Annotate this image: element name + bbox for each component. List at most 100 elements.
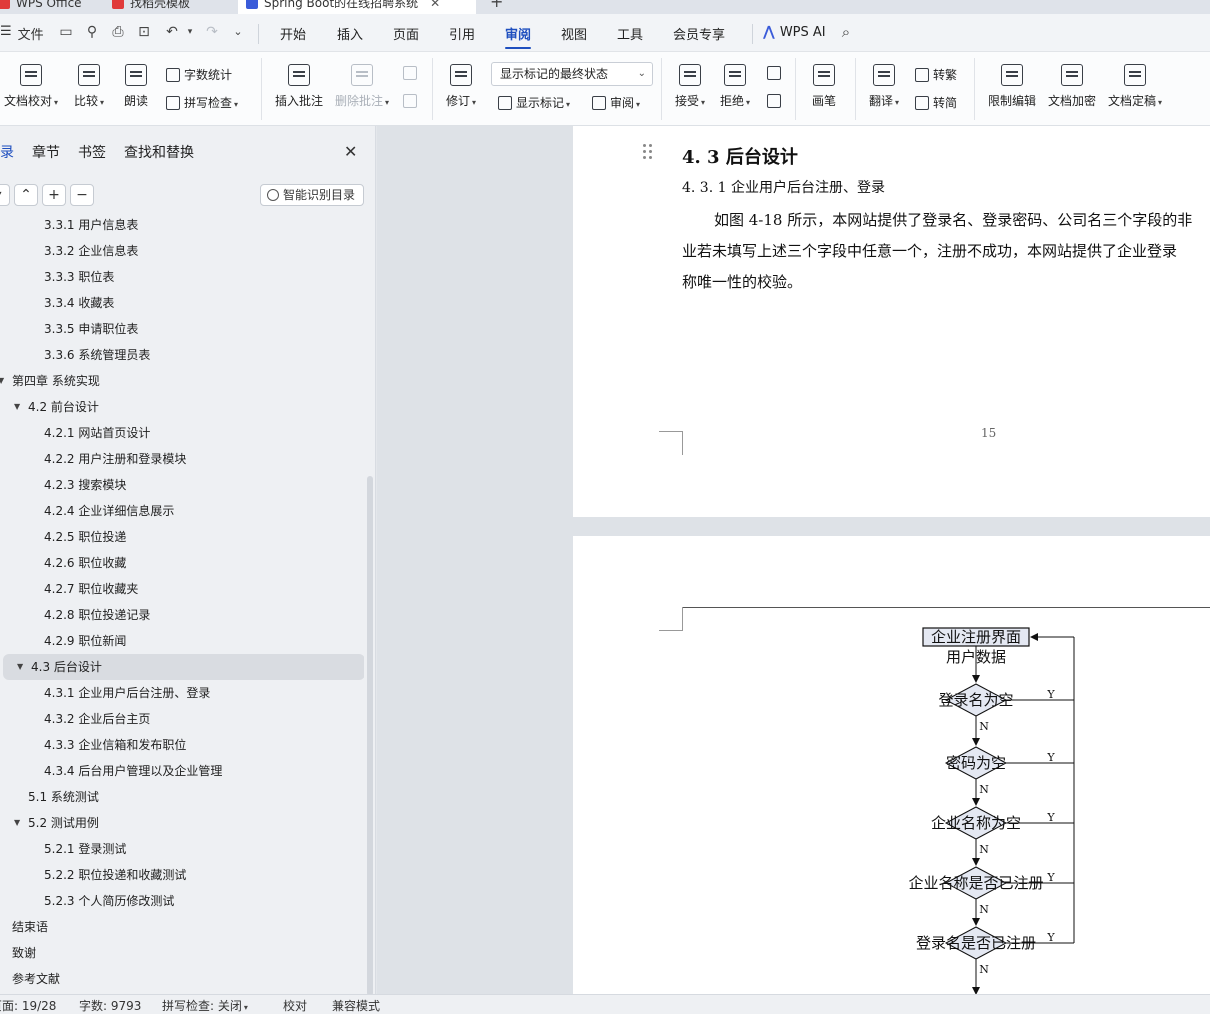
toc-item[interactable]: 5.2.3 个人简历修改测试 bbox=[0, 888, 362, 914]
search-icon[interactable]: ⌕ bbox=[838, 24, 854, 40]
flow-decision-label: 密码为空 bbox=[946, 754, 1006, 772]
flow-no-label: N bbox=[979, 843, 989, 856]
toc-item[interactable]: 3.3.2 企业信息表 bbox=[0, 238, 362, 264]
toc-item[interactable]: 3.3.6 系统管理员表 bbox=[0, 342, 362, 368]
toc-item[interactable]: ▼ 4.2 前台设计 bbox=[0, 394, 362, 420]
flow-no-label: N bbox=[979, 903, 989, 916]
tab-bookmark[interactable]: 书签 bbox=[78, 142, 106, 162]
promote-icon[interactable]: ⌃ bbox=[14, 184, 38, 206]
toc-item[interactable]: ▼ 4.3 后台设计 bbox=[3, 654, 364, 680]
tab-review[interactable]: 审阅 bbox=[505, 24, 532, 49]
toc-item[interactable]: ▼ 5.2 测试用例 bbox=[0, 810, 362, 836]
toc-item[interactable]: 4.2.6 职位收藏 bbox=[0, 550, 362, 576]
prev-change-button[interactable] bbox=[767, 66, 781, 80]
tab-template[interactable]: 找稻壳模板 bbox=[112, 0, 190, 14]
tab-home[interactable]: 开始 bbox=[280, 24, 306, 43]
toc-item[interactable]: 3.3.5 申请职位表 bbox=[0, 316, 362, 342]
toc-level-dropdown[interactable]: ▾ bbox=[0, 184, 10, 206]
proofread-status[interactable]: 校对 bbox=[283, 997, 307, 1014]
to-traditional-button[interactable]: 转繁 bbox=[915, 66, 957, 83]
toc-item[interactable]: 4.3.1 企业用户后台注册、登录 bbox=[0, 680, 362, 706]
markup-state-select[interactable]: 显示标记的最终状态 ⌄ bbox=[491, 62, 653, 86]
print-preview-icon[interactable]: ⊡ bbox=[136, 24, 152, 40]
toc-item[interactable]: 4.2.3 搜索模块 bbox=[0, 472, 362, 498]
add-icon[interactable]: + bbox=[42, 184, 66, 206]
toc-item[interactable]: 4.2.1 网站首页设计 bbox=[0, 420, 362, 446]
translate-button[interactable]: 翻译 ▾ bbox=[869, 64, 899, 109]
wps-ai-button[interactable]: ⋀ WPS AI bbox=[763, 24, 826, 40]
toc-item[interactable]: 4.3.4 后台用户管理以及企业管理 bbox=[0, 758, 362, 784]
undo-icon[interactable]: ↶ bbox=[164, 24, 180, 40]
accept-button[interactable]: 接受 ▾ bbox=[675, 64, 705, 109]
tab-page[interactable]: 页面 bbox=[393, 24, 419, 43]
tab-references[interactable]: 引用 bbox=[449, 24, 475, 43]
read-aloud-button[interactable]: 朗读 bbox=[124, 64, 148, 109]
toc-item[interactable]: 4.2.8 职位投递记录 bbox=[0, 602, 362, 628]
next-comment-button bbox=[403, 94, 417, 108]
drag-handle-icon[interactable] bbox=[643, 144, 653, 160]
tab-insert[interactable]: 插入 bbox=[337, 24, 363, 43]
smart-toc-button[interactable]: 智能识别目录 bbox=[260, 184, 364, 206]
tab-find-replace[interactable]: 查找和替换 bbox=[124, 142, 194, 162]
encrypt-button[interactable]: 文档加密 bbox=[1048, 64, 1096, 109]
remove-icon[interactable]: − bbox=[70, 184, 94, 206]
spell-check-label: 拼写检查 ▾ bbox=[184, 96, 239, 110]
toc-scrollbar[interactable] bbox=[367, 476, 373, 996]
close-icon[interactable]: ✕ bbox=[344, 142, 357, 161]
insert-comment-button[interactable]: 插入批注 bbox=[275, 64, 323, 109]
print-icon[interactable]: ⎙ bbox=[110, 24, 126, 40]
show-markup-button[interactable]: 显示标记 ▾ bbox=[498, 94, 570, 111]
spell-check-button[interactable]: 拼写检查 ▾ bbox=[166, 94, 238, 111]
toc-item[interactable]: 3.3.1 用户信息表 bbox=[0, 216, 362, 238]
expand-arrow-icon[interactable]: ▼ bbox=[0, 368, 4, 394]
toc-item[interactable]: 4.2.7 职位收藏夹 bbox=[0, 576, 362, 602]
reject-button[interactable]: 拒绝 ▾ bbox=[720, 64, 750, 109]
toc-item[interactable]: ▼ 第四章 系统实现 bbox=[0, 368, 362, 394]
close-icon[interactable]: ✕ bbox=[430, 0, 440, 13]
revise-button[interactable]: 修订 ▾ bbox=[446, 64, 476, 109]
tab-chapter[interactable]: 章节 bbox=[32, 142, 60, 162]
toc-item[interactable]: 3.3.4 收藏表 bbox=[0, 290, 362, 316]
doc-check-button[interactable]: 文档校对 ▾ bbox=[4, 64, 58, 109]
to-simplified-button[interactable]: 转简 bbox=[915, 94, 957, 111]
expand-arrow-icon[interactable]: ▼ bbox=[14, 810, 20, 836]
word-count-button[interactable]: 字数统计 bbox=[166, 66, 232, 83]
save-icon[interactable]: ▭ bbox=[58, 24, 74, 40]
share-icon[interactable]: ⚲ bbox=[84, 24, 100, 40]
restrict-edit-button[interactable]: 限制编辑 bbox=[988, 64, 1036, 109]
pen-button[interactable]: 画笔 bbox=[812, 64, 836, 109]
word-count-status[interactable]: 字数: 9793 bbox=[79, 997, 141, 1014]
tab-tools[interactable]: 工具 bbox=[617, 24, 643, 43]
file-menu[interactable]: ☰ 文件 bbox=[0, 24, 44, 43]
next-change-button[interactable] bbox=[767, 94, 781, 108]
toc-item[interactable]: 结束语 bbox=[0, 914, 362, 940]
toc-item[interactable]: 5.2.2 职位投递和收藏测试 bbox=[0, 862, 362, 888]
new-tab-icon[interactable]: + bbox=[490, 0, 503, 11]
undo-dropdown-icon[interactable]: ▾ bbox=[182, 24, 198, 40]
expand-arrow-icon[interactable]: ▼ bbox=[17, 654, 23, 680]
tab-view[interactable]: 视图 bbox=[561, 24, 587, 43]
page-indicator[interactable]: 页面: 19/28 bbox=[0, 997, 56, 1014]
toc-list: 3.3.1 用户信息表 3.3.2 企业信息表 3.3.3 职位表 3.3.4 收藏表… bbox=[0, 216, 364, 986]
toc-item[interactable]: 5.1 系统测试 bbox=[0, 784, 362, 810]
tab-member[interactable]: 会员专享 bbox=[673, 24, 725, 43]
compare-button[interactable]: 比较 ▾ bbox=[74, 64, 104, 109]
tab-toc[interactable]: 目录 bbox=[0, 142, 14, 162]
expand-arrow-icon[interactable]: ▼ bbox=[14, 394, 20, 420]
spell-check-status[interactable]: 拼写检查: 关闭 ▾ bbox=[162, 997, 248, 1014]
toc-item[interactable]: 4.2.9 职位新闻 bbox=[0, 628, 362, 654]
finalize-button[interactable]: 文档定稿 ▾ bbox=[1108, 64, 1162, 109]
toc-item[interactable]: 参考文献 bbox=[0, 966, 362, 986]
toc-item[interactable]: 4.2.4 企业详细信息展示 bbox=[0, 498, 362, 524]
tab-document[interactable]: Spring Boot的在线招聘系统 ✕ bbox=[238, 0, 476, 14]
toc-item[interactable]: 4.3.2 企业后台主页 bbox=[0, 706, 362, 732]
review-pane-button[interactable]: 审阅 ▾ bbox=[592, 94, 640, 111]
toc-item[interactable]: 致谢 bbox=[0, 940, 362, 966]
toc-item[interactable]: 3.3.3 职位表 bbox=[0, 264, 362, 290]
toc-item[interactable]: 4.3.3 企业信箱和发布职位 bbox=[0, 732, 362, 758]
chevron-down-icon[interactable]: ⌄ bbox=[230, 24, 246, 40]
tab-wps-office[interactable]: WPS Office bbox=[0, 0, 82, 14]
toc-item[interactable]: 4.2.5 职位投递 bbox=[0, 524, 362, 550]
toc-item[interactable]: 5.2.1 登录测试 bbox=[0, 836, 362, 862]
toc-item[interactable]: 4.2.2 用户注册和登录模块 bbox=[0, 446, 362, 472]
